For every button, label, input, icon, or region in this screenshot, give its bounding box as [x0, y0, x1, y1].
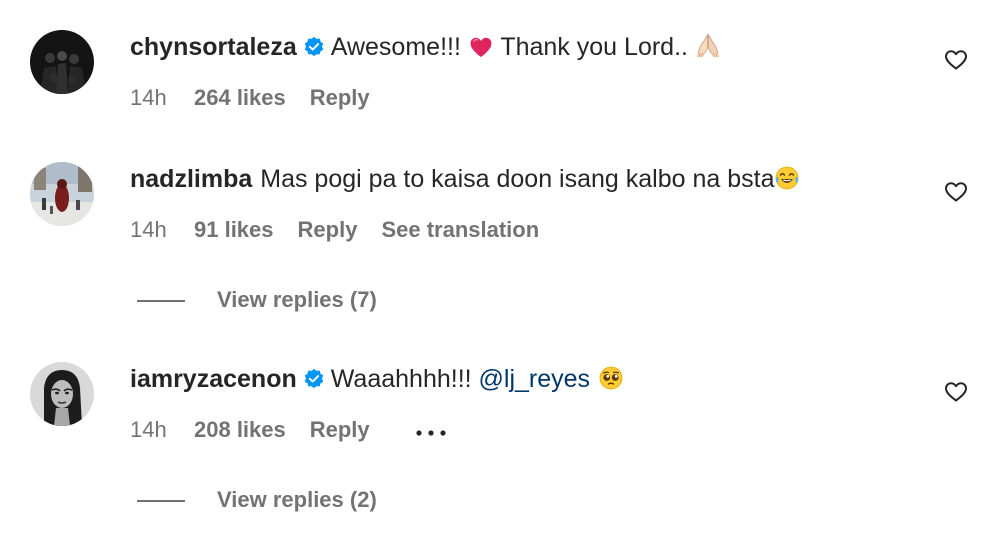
comment-text: Awesome!!! [330, 33, 468, 61]
replies-divider [137, 500, 185, 502]
comment-text-2: Thank you Lord.. [493, 33, 695, 61]
timestamp[interactable]: 14h [130, 85, 194, 111]
comment-line: iamryzacenon Waaahhhh!!! @lj_reyes [130, 364, 624, 398]
comment-line: chynsortaleza Awesome!!! Thank you Lord.. [130, 32, 721, 66]
comment-meta: 14h 91 likes Reply See translation [130, 217, 539, 243]
like-heart-icon[interactable] [944, 180, 968, 204]
reply-button[interactable]: Reply [310, 417, 370, 443]
like-heart-icon[interactable] [944, 48, 968, 72]
pleading-face-icon [598, 365, 624, 398]
username[interactable]: iamryzacenon [130, 365, 297, 393]
tears-of-joy-icon [774, 165, 800, 198]
timestamp[interactable]: 14h [130, 417, 194, 443]
timestamp[interactable]: 14h [130, 217, 194, 243]
likes-count[interactable]: 91 likes [194, 217, 274, 243]
view-replies-label: View replies (7) [217, 287, 377, 312]
comment-line: nadzlimba Mas pogi pa to kaisa doon isang… [130, 164, 800, 198]
username[interactable]: chynsortaleza [130, 33, 297, 61]
comment-text: Waaahhhh!!! [330, 365, 479, 393]
view-replies-button[interactable]: View replies (7) [137, 287, 377, 313]
red-heart-icon [468, 35, 494, 66]
more-options-icon[interactable] [414, 418, 448, 444]
avatar[interactable] [30, 162, 94, 226]
avatar[interactable] [30, 362, 94, 426]
verified-badge-icon [303, 35, 325, 65]
folded-hands-icon [695, 33, 721, 66]
like-heart-icon[interactable] [944, 380, 968, 404]
verified-badge-icon [303, 367, 325, 397]
comment-text: Mas pogi pa to kaisa doon isang kalbo na… [260, 165, 775, 193]
see-translation-button[interactable]: See translation [381, 217, 539, 243]
comment-meta: 14h 208 likes Reply [130, 417, 448, 444]
username[interactable]: nadzlimba [130, 165, 252, 193]
comment-meta: 14h 264 likes Reply [130, 85, 370, 111]
mention-link[interactable]: @lj_reyes [479, 365, 591, 393]
view-replies-label: View replies (2) [217, 487, 377, 512]
avatar[interactable] [30, 30, 94, 94]
reply-button[interactable]: Reply [298, 217, 358, 243]
likes-count[interactable]: 208 likes [194, 417, 286, 443]
reply-button[interactable]: Reply [310, 85, 370, 111]
view-replies-button[interactable]: View replies (2) [137, 487, 377, 513]
likes-count[interactable]: 264 likes [194, 85, 286, 111]
replies-divider [137, 300, 185, 302]
